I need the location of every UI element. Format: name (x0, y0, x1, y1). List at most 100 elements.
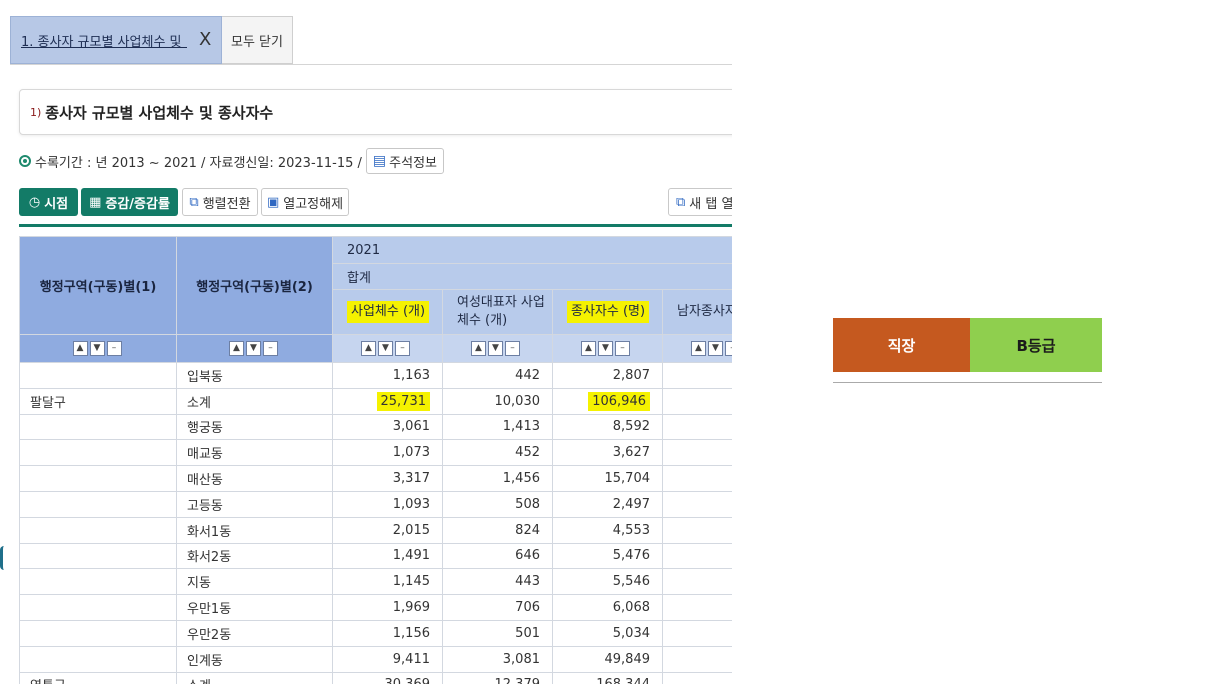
row-dim1-cell (19, 413, 177, 441)
sort-reset-icon[interactable]: – (615, 341, 630, 356)
new-tab-button[interactable]: ⧉ 새 탭 열기 (668, 188, 732, 216)
tab-table-1[interactable]: 1. 종사자 규모별 사업체수 및 … X (10, 16, 222, 64)
unfix-columns-button[interactable]: ▣ 열고정해제 (261, 188, 349, 216)
sort-reset-icon[interactable]: – (725, 341, 732, 356)
table-row: 팔달구소계 25,731 10,030 106,946 5 (19, 387, 732, 415)
row-dim2-cell: 입북동 (176, 362, 333, 389)
note-info-button[interactable]: ▤ 주석정보 (365, 148, 444, 174)
row-dim1-cell (19, 568, 177, 596)
table-cell (661, 568, 732, 596)
dim2-header: 행정구역(구동)별(2) (176, 236, 333, 335)
row-dim2-cell: 우만2동 (176, 619, 333, 647)
table-cell: 706 (442, 594, 553, 621)
sort-reset-icon[interactable]: – (263, 341, 278, 356)
table-cell: 6,068 (552, 594, 663, 621)
row-dim2-cell: 매교동 (176, 439, 333, 467)
table-cell (661, 594, 732, 621)
table-row: 화서1동 2,015 824 4,553 (19, 516, 732, 544)
period-info: 수록기간 : 년 2013 ~ 2021 / 자료갱신일: 2023-11-15… (19, 148, 444, 174)
table-cell: 442 (442, 362, 553, 389)
sort-controls-col4: ▲▼– (661, 334, 732, 363)
radio-dot-icon (19, 155, 31, 167)
new-window-icon: ⧉ (676, 194, 686, 210)
table-cell (661, 439, 732, 467)
change-rate-button[interactable]: ▦ 증감/증감률 (81, 188, 178, 216)
sort-desc-icon[interactable]: ▼ (598, 341, 613, 356)
table-cell: 1,456 (442, 465, 553, 492)
table-cell: 30,369 (332, 671, 443, 684)
table-row: 입북동 1,163 442 2,807 (19, 362, 732, 389)
page-title: 종사자 규모별 사업체수 및 종사자수 (45, 103, 274, 122)
table-cell (661, 490, 732, 518)
year-header: 2021 (331, 236, 732, 264)
table-cell: 452 (442, 439, 553, 467)
sort-asc-icon[interactable]: ▲ (471, 341, 486, 356)
tab-label: 1. 종사자 규모별 사업체수 및 … (21, 34, 187, 50)
clock-icon: ◷ (28, 194, 41, 210)
sort-desc-icon[interactable]: ▼ (246, 341, 261, 356)
table-cell: 1,156 (332, 619, 443, 647)
table-row: 고등동 1,093 508 2,497 (19, 490, 732, 518)
viewpoint-label: 시점 (44, 196, 69, 212)
sort-asc-icon[interactable]: ▲ (361, 341, 376, 356)
table-cell: 1,073 (332, 439, 443, 467)
table-cell (661, 516, 732, 544)
table-row: 우만1동 1,969 706 6,068 (19, 594, 732, 621)
sort-reset-icon[interactable]: – (505, 341, 520, 356)
table-cell: 2,015 (332, 516, 443, 544)
table-cell: 168,344 (552, 671, 663, 684)
row-dim1-cell (19, 439, 177, 467)
table-cell: 1,163 (332, 362, 443, 389)
row-dim2-cell: 행궁동 (176, 413, 333, 441)
close-all-tabs-button[interactable]: 모두 닫기 (222, 16, 293, 64)
column-header-label: 종사자수 (명) (567, 301, 650, 323)
table-cell: 443 (442, 568, 553, 596)
transpose-button[interactable]: ⧉ 행렬전환 (182, 188, 258, 216)
change-rate-label: 증감/증감률 (105, 196, 170, 212)
dim1-header: 행정구역(구동)별(1) (19, 236, 177, 335)
row-dim2-cell: 매산동 (176, 465, 333, 492)
close-icon[interactable]: X (199, 31, 211, 49)
table-cell: 2 (661, 645, 732, 673)
row-dim2-cell: 화서1동 (176, 516, 333, 544)
sort-asc-icon[interactable]: ▲ (229, 341, 244, 356)
sort-desc-icon[interactable]: ▼ (708, 341, 723, 356)
table-row: 행궁동 3,061 1,413 8,592 (19, 413, 732, 441)
sort-asc-icon[interactable]: ▲ (581, 341, 596, 356)
row-dim1-cell (19, 645, 177, 673)
row-dim1-cell (19, 362, 177, 389)
sort-desc-icon[interactable]: ▼ (89, 341, 105, 356)
sort-desc-icon[interactable]: ▼ (488, 341, 503, 356)
sort-reset-icon[interactable]: – (106, 341, 122, 356)
table-cell: 49,849 (552, 645, 663, 673)
table-cell: 501 (442, 619, 553, 647)
table-cell: 9 (661, 671, 732, 684)
table-cell: 5,034 (552, 619, 663, 647)
viewpoint-button[interactable]: ◷ 시점 (19, 188, 78, 216)
table-row: 매교동 1,073 452 3,627 (19, 439, 732, 467)
sort-asc-icon[interactable]: ▲ (691, 341, 706, 356)
sort-controls-dim2: ▲ ▼ – (176, 334, 333, 363)
column-header-businesses: 사업체수 (개) (332, 289, 443, 335)
sort-reset-icon[interactable]: – (395, 341, 410, 356)
table-cell: 2,497 (552, 490, 663, 518)
sort-desc-icon[interactable]: ▼ (378, 341, 393, 356)
unfix-icon: ▣ (266, 194, 280, 210)
table-cell: 5,476 (552, 542, 663, 570)
table-cell: 3,061 (332, 413, 443, 441)
table-cell: 25,731 (332, 387, 443, 415)
row-dim2-cell: 인계동 (176, 645, 333, 673)
table-cell (661, 465, 732, 492)
row-dim1-cell (19, 465, 177, 492)
scroll-edge-handle[interactable] (0, 546, 4, 570)
table-cell: 824 (442, 516, 553, 544)
sort-controls-col1: ▲ ▼ – (332, 334, 443, 363)
sort-asc-icon[interactable]: ▲ (72, 341, 88, 356)
table-cell (661, 542, 732, 570)
note-info-label: 주석정보 (389, 155, 437, 171)
row-dim1-cell (19, 516, 177, 544)
comment-icon: ▤ (372, 153, 387, 169)
table-cell: 9,411 (332, 645, 443, 673)
row-dim2-cell: 지동 (176, 568, 333, 596)
table-cell: 646 (442, 542, 553, 570)
